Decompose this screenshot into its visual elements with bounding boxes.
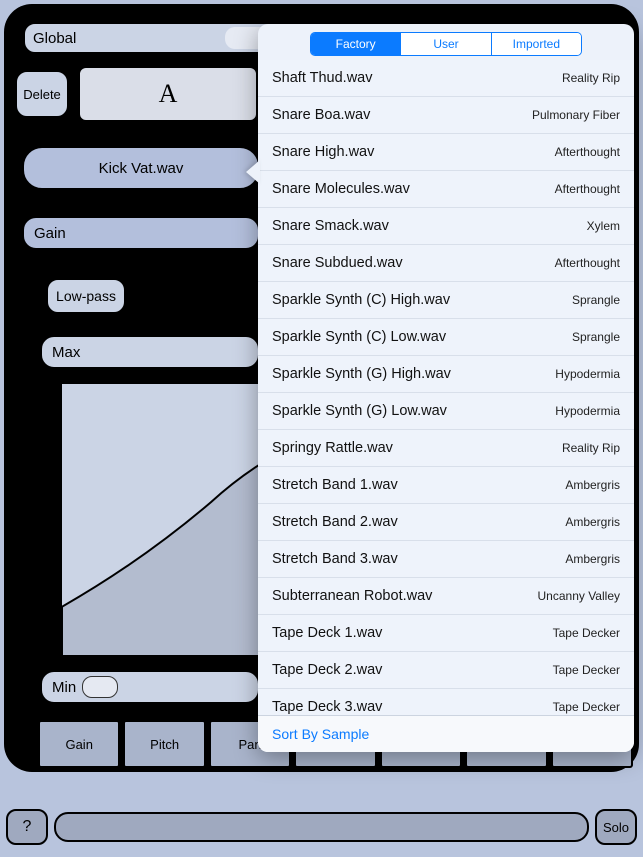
sample-row[interactable]: Sparkle Synth (G) Low.wav Hypodermia — [258, 393, 634, 430]
bottom-bar: ? Solo — [6, 807, 637, 847]
tab-segmented-control: Factory User Imported — [310, 32, 582, 56]
bottom-track[interactable] — [54, 812, 589, 842]
sample-pack: Pulmonary Fiber — [532, 108, 620, 122]
sample-row[interactable]: Tape Deck 3.wav Tape Decker — [258, 689, 634, 715]
sample-row[interactable]: Tape Deck 1.wav Tape Decker — [258, 615, 634, 652]
sample-name: Tape Deck 2.wav — [272, 662, 382, 678]
param-pitch[interactable]: Pitch — [123, 720, 205, 768]
sample-row[interactable]: Shaft Thud.wav Reality Rip — [258, 60, 634, 97]
sample-name: Snare Molecules.wav — [272, 181, 410, 197]
sample-pack: Reality Rip — [562, 441, 620, 455]
sample-name: Stretch Band 1.wav — [272, 477, 398, 493]
sample-row[interactable]: Sparkle Synth (C) High.wav Sprangle — [258, 282, 634, 319]
sample-name: Sparkle Synth (G) Low.wav — [272, 403, 447, 419]
sample-name: Snare Smack.wav — [272, 218, 389, 234]
sample-row[interactable]: Stretch Band 1.wav Ambergris — [258, 467, 634, 504]
sample-row[interactable]: Tape Deck 2.wav Tape Decker — [258, 652, 634, 689]
sample-name: Springy Rattle.wav — [272, 440, 393, 456]
sample-pack: Tape Decker — [553, 700, 620, 714]
sample-row[interactable]: Snare High.wav Afterthought — [258, 134, 634, 171]
sample-name: Tape Deck 3.wav — [272, 699, 382, 715]
sample-pack: Tape Decker — [553, 626, 620, 640]
sample-list[interactable]: Shaft Thud.wav Reality Rip Snare Boa.wav Pu… — [258, 60, 634, 715]
sample-pack: Ambergris — [565, 515, 620, 529]
sample-row[interactable]: Snare Boa.wav Pulmonary Fiber — [258, 97, 634, 134]
delete-button[interactable]: Delete — [15, 70, 69, 118]
popover-arrow-icon — [246, 160, 260, 184]
lowpass-button[interactable]: Low-pass — [46, 278, 126, 314]
sample-name: Stretch Band 3.wav — [272, 551, 398, 567]
sample-pack: Sprangle — [572, 293, 620, 307]
global-label: Global — [33, 30, 76, 47]
popover-footer: Sort By Sample — [258, 715, 634, 752]
tab-factory[interactable]: Factory — [311, 33, 401, 55]
sample-row[interactable]: Sparkle Synth (C) Low.wav Sprangle — [258, 319, 634, 356]
sample-row[interactable]: Stretch Band 2.wav Ambergris — [258, 504, 634, 541]
sample-name: Sparkle Synth (C) Low.wav — [272, 329, 446, 345]
slot-a[interactable]: A — [78, 66, 258, 122]
sample-row[interactable]: Stretch Band 3.wav Ambergris — [258, 541, 634, 578]
sample-name: Tape Deck 1.wav — [272, 625, 382, 641]
sample-pack: Ambergris — [565, 478, 620, 492]
sample-pack: Afterthought — [555, 145, 620, 159]
sample-name: Sparkle Synth (C) High.wav — [272, 292, 450, 308]
solo-button[interactable]: Solo — [595, 809, 637, 845]
sample-pack: Hypodermia — [555, 404, 620, 418]
param-gain[interactable]: Gain — [38, 720, 120, 768]
sample-row[interactable]: Snare Smack.wav Xylem — [258, 208, 634, 245]
sample-name: Stretch Band 2.wav — [272, 514, 398, 530]
sample-row[interactable]: Springy Rattle.wav Reality Rip — [258, 430, 634, 467]
sample-pack: Sprangle — [572, 330, 620, 344]
sample-row[interactable]: Snare Subdued.wav Afterthought — [258, 245, 634, 282]
sample-pack: Tape Decker — [553, 663, 620, 677]
sample-name: Shaft Thud.wav — [272, 70, 373, 86]
sample-name: Sparkle Synth (G) High.wav — [272, 366, 451, 382]
tab-imported[interactable]: Imported — [492, 33, 581, 55]
gain-pill[interactable]: Gain — [22, 216, 260, 250]
sample-name: Snare Boa.wav — [272, 107, 370, 123]
sample-row[interactable]: Subterranean Robot.wav Uncanny Valley — [258, 578, 634, 615]
sample-pack: Ambergris — [565, 552, 620, 566]
sample-row[interactable]: Snare Molecules.wav Afterthought — [258, 171, 634, 208]
sample-pack: Xylem — [587, 219, 620, 233]
max-pill[interactable]: Max — [40, 335, 260, 369]
sample-row[interactable]: Sparkle Synth (G) High.wav Hypodermia — [258, 356, 634, 393]
sort-button[interactable]: Sort By Sample — [272, 726, 369, 742]
sample-pack: Afterthought — [555, 256, 620, 270]
sample-pack: Reality Rip — [562, 71, 620, 85]
current-sample-pill[interactable]: Kick Vat.wav — [22, 146, 260, 190]
sample-name: Subterranean Robot.wav — [272, 588, 432, 604]
sample-browser-popover: Factory User Imported Shaft Thud.wav Real… — [258, 24, 634, 752]
sample-pack: Hypodermia — [555, 367, 620, 381]
sample-name: Snare High.wav — [272, 144, 374, 160]
sample-pack: Uncanny Valley — [538, 589, 621, 603]
sample-name: Snare Subdued.wav — [272, 255, 403, 271]
min-pill[interactable]: Min — [40, 670, 260, 704]
help-button[interactable]: ? — [6, 809, 48, 845]
sample-pack: Afterthought — [555, 182, 620, 196]
tab-user[interactable]: User — [401, 33, 491, 55]
min-knob[interactable] — [82, 676, 118, 698]
